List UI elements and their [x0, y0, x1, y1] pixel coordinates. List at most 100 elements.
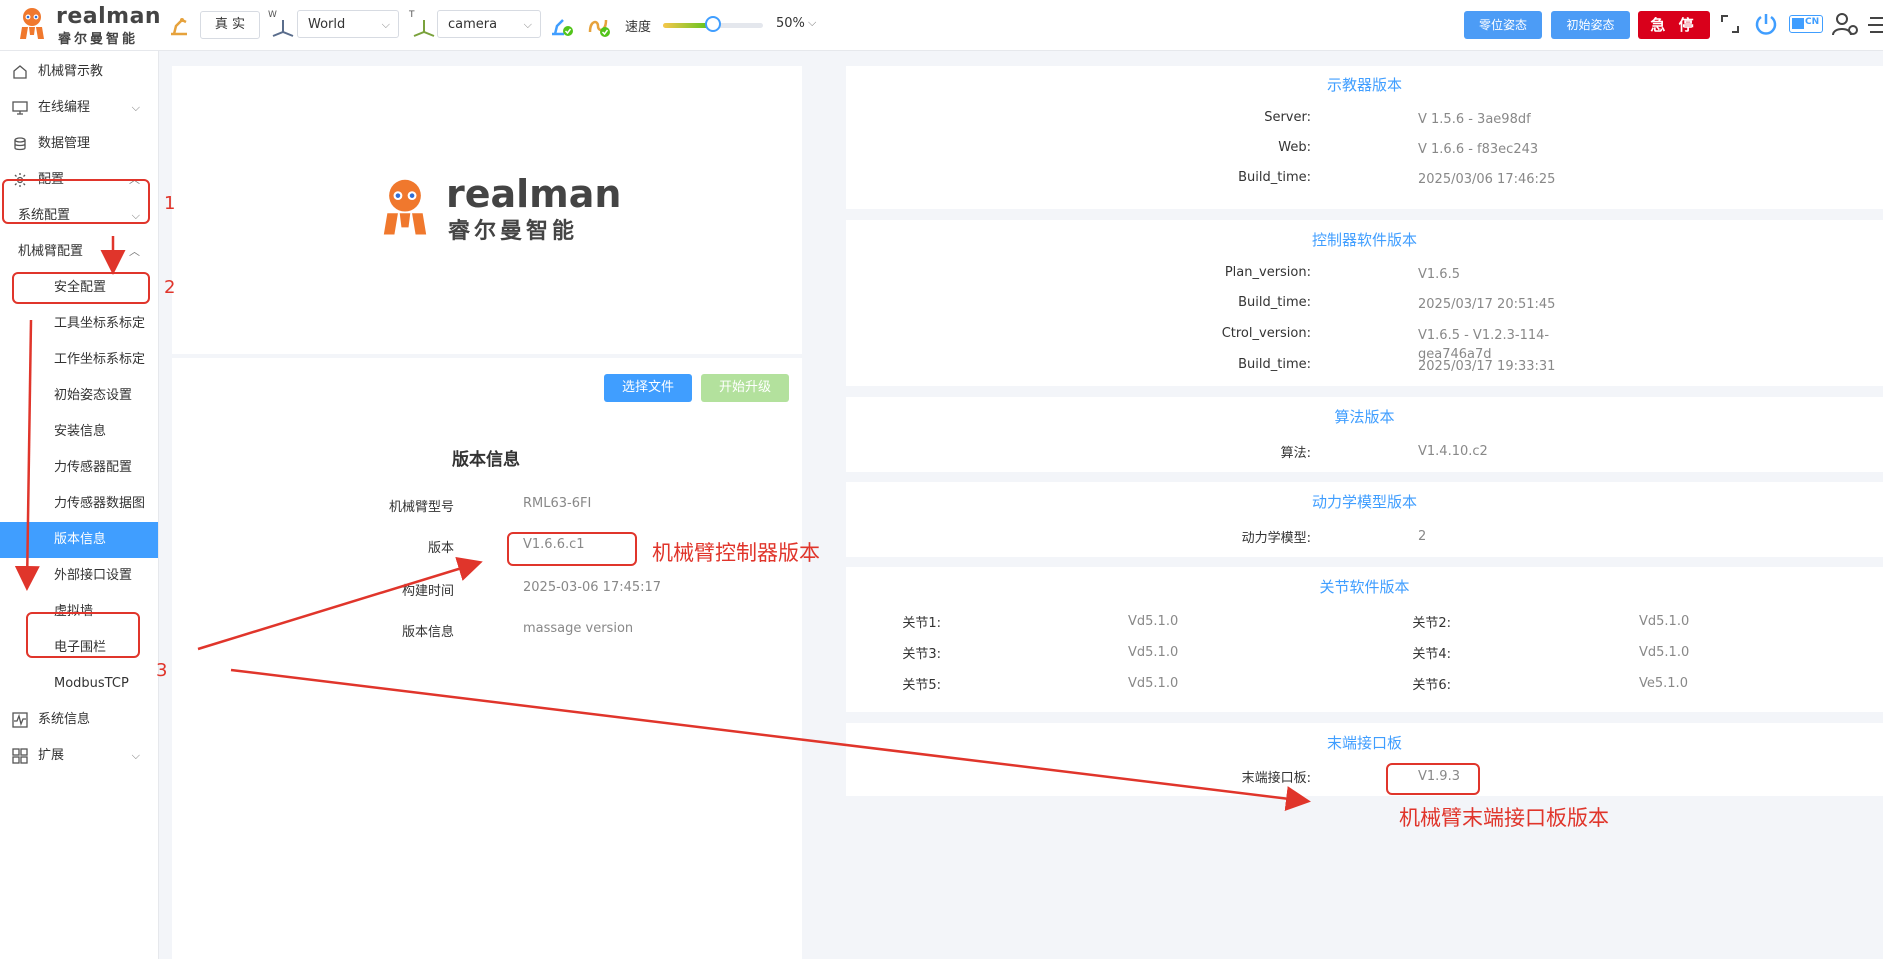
sidebar-item-tool-frame-calib[interactable]: 工具坐标系标定: [0, 306, 158, 342]
chevron-down-icon: ⌵: [131, 101, 140, 114]
sidebar-item-install-info[interactable]: 安装信息: [0, 414, 158, 450]
algorithm-version-card: 算法版本 算法: V1.4.10.c2: [846, 397, 1883, 472]
sidebar-item-label: 数据管理: [38, 136, 91, 151]
joint5-label: 关节5:: [902, 678, 941, 693]
ctrol-build-time-label: Build_time:: [1238, 357, 1311, 372]
world-frame-icon: [272, 20, 294, 37]
sidebar-item-system-info[interactable]: 系统信息: [0, 702, 158, 738]
speed-chevron-icon[interactable]: ⌵: [808, 16, 816, 30]
brand-name-cn: 睿尔曼智能: [58, 32, 139, 47]
section-title: 控制器软件版本: [1311, 231, 1417, 249]
highlight-end-board-version: [1386, 763, 1480, 795]
joint-version-card: 关节软件版本 关节1: Vd5.1.0 关节2: Vd5.1.0 关节3: Vd…: [846, 567, 1883, 712]
coord-frame-select[interactable]: World ⌵: [297, 10, 399, 38]
chevron-down-icon: ⌵: [523, 18, 532, 31]
server-value: V 1.5.6 - 3ae98df: [1418, 112, 1531, 127]
step-1-label: 1: [164, 193, 176, 214]
ctrol-build-time-value: 2025/03/17 19:33:31: [1418, 359, 1556, 374]
sidebar-item-force-sensor-chart[interactable]: 力传感器数据图: [0, 486, 158, 522]
arm-status-ok-icon[interactable]: [548, 12, 574, 38]
realman-logo-icon: [20, 8, 44, 39]
end-board-label: 末端接口板:: [1241, 771, 1311, 786]
version-note-label: 版本信息: [401, 625, 454, 640]
dynamics-model-card: 动力学模型版本 动力学模型: 2: [846, 482, 1883, 557]
chevron-down-icon: ⌵: [131, 749, 140, 762]
dynamics-model-label: 动力学模型:: [1241, 531, 1311, 546]
emergency-stop-button[interactable]: 急 停: [1638, 11, 1710, 39]
gripper-status-ok-icon[interactable]: [585, 12, 611, 38]
controller-version-note: 机械臂控制器版本: [652, 541, 820, 565]
toggle-knob: [1792, 18, 1804, 29]
sidebar-item-online-programming[interactable]: 在线编程 ⌵: [0, 90, 158, 126]
section-title: 末端接口板: [1326, 734, 1402, 752]
sidebar-item-label: 力传感器配置: [54, 460, 133, 475]
sidebar-item-work-frame-calib[interactable]: 工作坐标系标定: [0, 342, 158, 378]
build-time-label: Build_time:: [1238, 170, 1311, 185]
arm-model-value: RML63-6FI: [523, 496, 592, 511]
plan-build-time-value: 2025/03/17 20:51:45: [1418, 297, 1556, 312]
sidebar-item-label: 工作坐标系标定: [54, 352, 146, 367]
speed-value: 50%: [776, 16, 805, 31]
sidebar-item-arm-config[interactable]: 机械臂配置 ︿: [0, 234, 158, 270]
monitor-icon: [12, 101, 28, 115]
start-upgrade-button[interactable]: 开始升级: [701, 374, 789, 402]
power-icon[interactable]: [1753, 11, 1779, 37]
build-time-value: 2025/03/06 17:46:25: [1418, 172, 1556, 187]
sidebar-item-label: 外部接口设置: [54, 568, 133, 583]
brand-name-en: realman: [56, 4, 162, 29]
sidebar-item-label: 扩展: [38, 748, 65, 763]
sidebar-item-teach[interactable]: 机械臂示教: [0, 54, 158, 90]
sidebar-item-label: 安装信息: [54, 424, 107, 439]
arm-model-label: 机械臂型号: [388, 500, 454, 515]
joint3-label: 关节3:: [902, 647, 941, 662]
sidebar-item-force-sensor-config[interactable]: 力传感器配置: [0, 450, 158, 486]
menu-icon[interactable]: [1866, 12, 1883, 38]
section-title: 算法版本: [1334, 408, 1395, 426]
sidebar-item-data-management[interactable]: 数据管理: [0, 126, 158, 162]
end-board-card: 末端接口板 末端接口板: V1.9.3: [846, 723, 1883, 796]
highlight-controller-version: [507, 532, 637, 566]
joint6-value: Ve5.1.0: [1639, 676, 1688, 691]
tool-frame-value: camera: [448, 17, 498, 32]
build-time-label: 构建时间: [401, 584, 454, 599]
dynamics-model-value: 2: [1418, 529, 1427, 544]
sidebar-item-external-interface[interactable]: 外部接口设置: [0, 558, 158, 594]
step-2-label: 2: [164, 277, 176, 298]
sidebar-item-label: 版本信息: [54, 532, 107, 547]
joint4-value: Vd5.1.0: [1639, 645, 1690, 660]
plan-version-value: V1.6.5: [1418, 267, 1460, 282]
panel-brand-cn: 睿尔曼智能: [448, 219, 579, 244]
sidebar-item-init-pose-setting[interactable]: 初始姿态设置: [0, 378, 158, 414]
joint1-label: 关节1:: [902, 616, 941, 631]
server-label: Server:: [1264, 110, 1311, 125]
user-settings-icon[interactable]: [1831, 11, 1859, 37]
sidebar-item-extension[interactable]: 扩展 ⌵: [0, 738, 158, 774]
joint2-label: 关节2:: [1412, 616, 1451, 631]
robot-arm-icon[interactable]: [166, 12, 192, 38]
sidebar-item-label: 工具坐标系标定: [54, 316, 146, 331]
sidebar-item-version-info[interactable]: 版本信息: [0, 522, 158, 558]
speed-slider-thumb[interactable]: [705, 16, 721, 32]
sidebar-item-label: ModbusTCP: [54, 676, 129, 691]
version-note-value: massage version: [523, 621, 634, 636]
chevron-up-icon: ︿: [129, 245, 140, 258]
mode-real-button[interactable]: 真 实: [200, 11, 260, 39]
highlight-version-info: [26, 612, 140, 658]
fullscreen-icon[interactable]: [1720, 14, 1740, 34]
choose-file-button[interactable]: 选择文件: [604, 374, 692, 402]
home-icon: [13, 65, 27, 79]
highlight-config: [2, 179, 150, 224]
section-title: 示教器版本: [1326, 76, 1402, 94]
joint4-label: 关节4:: [1412, 647, 1451, 662]
coord-frame-value: World: [308, 17, 346, 32]
tool-frame-select[interactable]: camera ⌵: [437, 10, 541, 38]
zero-pose-button[interactable]: 零位姿态: [1464, 11, 1542, 39]
highlight-arm-config: [12, 272, 150, 304]
plan-version-label: Plan_version:: [1224, 265, 1311, 280]
step-3-label: 3: [156, 660, 168, 681]
sidebar-item-modbus-tcp[interactable]: ModbusTCP: [0, 666, 158, 702]
algorithm-value: V1.4.10.c2: [1418, 444, 1488, 459]
joint2-value: Vd5.1.0: [1639, 614, 1690, 629]
language-toggle[interactable]: CN: [1789, 15, 1823, 33]
init-pose-button[interactable]: 初始姿态: [1551, 11, 1630, 39]
